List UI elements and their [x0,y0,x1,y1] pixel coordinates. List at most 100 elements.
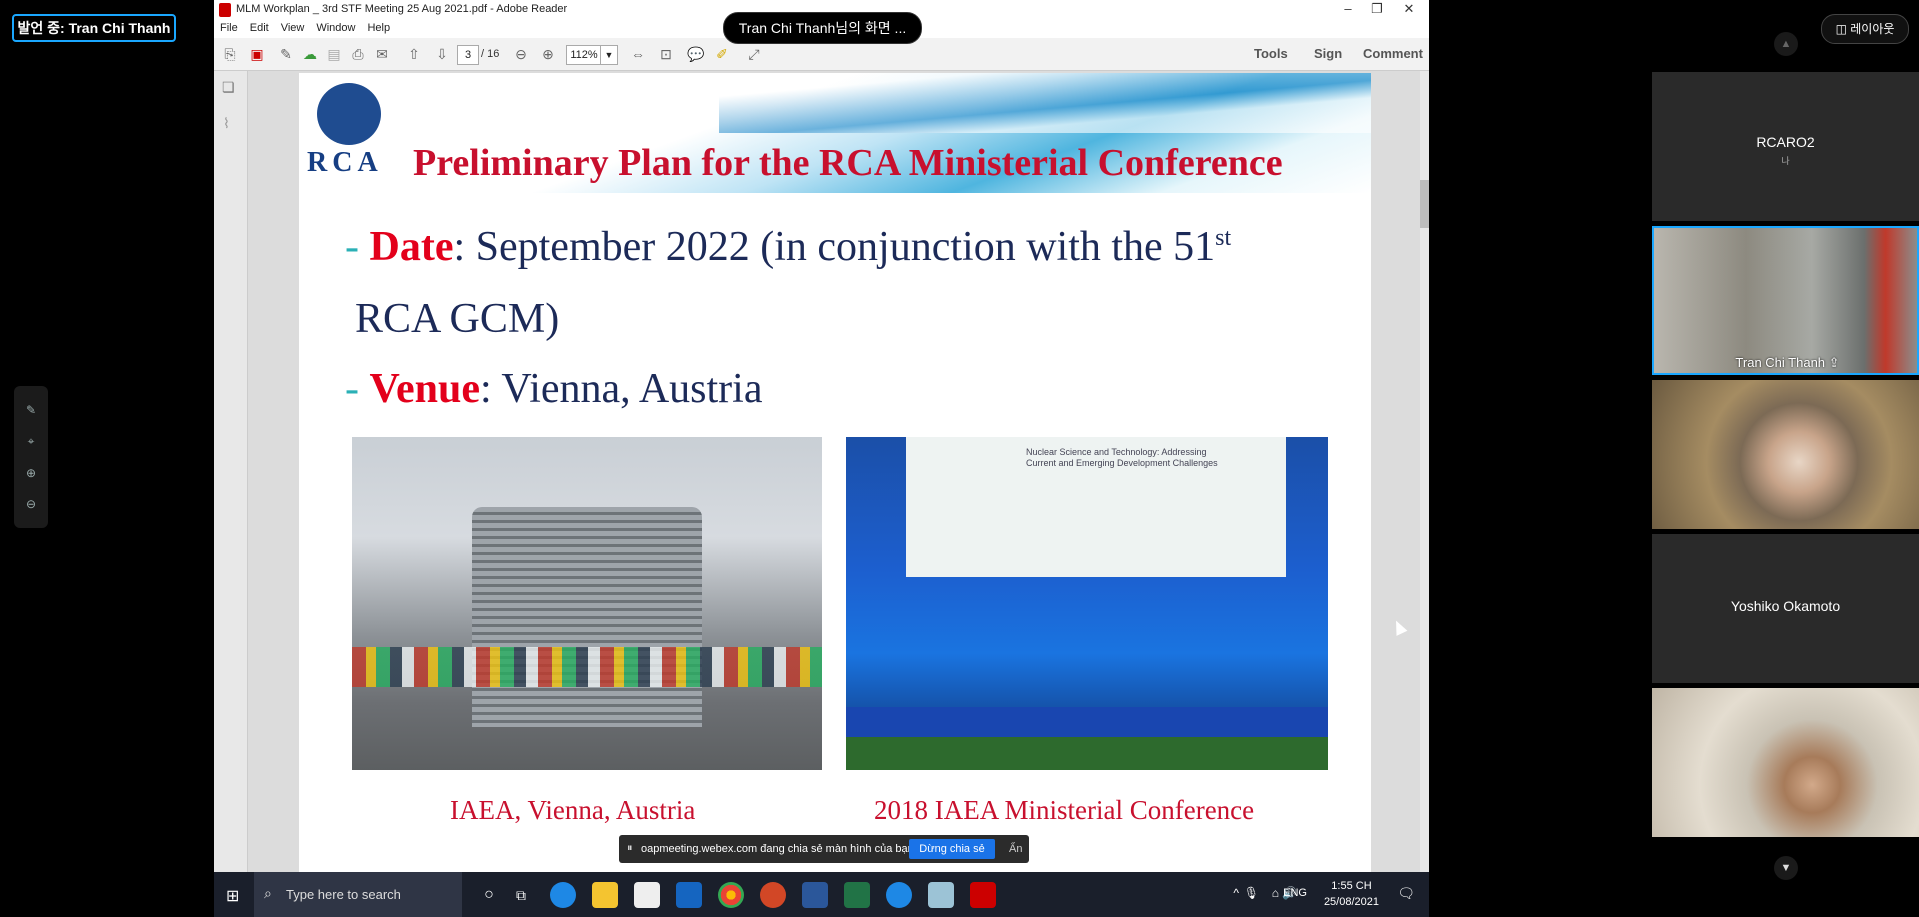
zoom-in-icon[interactable]: ⊕ [538,44,558,64]
attachment-icon[interactable]: ⌇ [223,115,230,132]
tray-chevron-icon[interactable]: ^ [1233,886,1239,900]
fit-page-icon[interactable]: ⊡ [656,44,676,64]
rca-logo-text: RCA [307,147,383,178]
screen-text: Nuclear Science and Technology: Addressi… [1026,447,1218,468]
create-pdf-icon[interactable]: ⎘ [220,44,240,64]
projection-screen: Nuclear Science and Technology: Addressi… [906,437,1286,577]
upload-icon[interactable]: ☁ [300,44,320,64]
venue-text: : Vienna, Austria [479,366,763,412]
highlight-icon[interactable]: ✐ [712,44,732,64]
fullscreen-icon[interactable]: ⤢ [744,44,764,64]
header-swoosh [719,73,1371,133]
participant-tile[interactable] [1652,380,1919,529]
print-icon[interactable]: ⎙ [348,44,368,64]
chevron-down-icon[interactable]: ▼ [600,45,618,65]
pause-icon[interactable]: ⏸ [627,842,633,855]
chevron-down-icon[interactable]: ▼ [1774,856,1798,880]
menu-file[interactable]: File [214,20,244,36]
participant-name: Yoshiko Okamoto [1730,598,1841,614]
zoom-input[interactable]: 112% [566,45,602,65]
building-shape [472,507,702,727]
language-indicator[interactable]: ENG [1283,887,1307,899]
notification-icon[interactable]: 🗨 [1397,885,1415,902]
stop-sharing-button[interactable]: Dừng chia sẻ [909,839,995,859]
ministerial-conference-photo: Nuclear Science and Technology: Addressi… [846,437,1328,770]
layout-button[interactable]: ◫ 레이아웃 [1821,14,1909,44]
participant-self-label: 나 [1781,156,1790,166]
excel-icon[interactable] [844,882,870,908]
export-pdf-icon[interactable]: ▣ [247,44,267,64]
word-icon[interactable] [802,882,828,908]
search-placeholder: Type here to search [286,887,401,902]
date-key: Date [369,224,454,270]
menu-help[interactable]: Help [361,20,396,36]
iaea-building-photo [352,437,822,770]
save-icon[interactable]: ▤ [324,44,344,64]
zoom-out-icon[interactable]: ⊖ [511,44,531,64]
globe-icon [317,83,381,145]
zoom-in-icon[interactable]: ⊕ [26,466,36,480]
next-page-icon[interactable]: ⇩ [432,44,452,64]
task-view-icon[interactable]: ○ [476,882,502,908]
network-icon[interactable]: ⌂ [1272,886,1279,900]
participant-video [1652,688,1919,837]
date-text: : September 2022 (in conjunction with th… [453,224,1216,270]
pdf-page: RCA Preliminary Plan for the RCA Ministe… [299,73,1371,872]
file-explorer-icon[interactable] [592,882,618,908]
zoom-out-icon[interactable]: ⊖ [26,497,36,511]
share-icon: ⇪ [1828,355,1840,370]
edit-icon[interactable]: ✎ [276,44,296,64]
fit-width-icon[interactable]: ⇔ [628,44,648,64]
webex-icon[interactable] [886,882,912,908]
window-title: MLM Workplan _ 3rd STF Meeting 25 Aug 20… [236,3,568,15]
participant-video [1652,380,1919,529]
plants-row [846,737,1328,770]
participant-name: Tran Chi Thanh ⇪ [1735,355,1840,370]
flags-row [352,647,822,687]
participant-tile-active[interactable]: Tran Chi Thanh ⇪ [1652,226,1919,375]
acrobat-icon[interactable] [970,882,996,908]
email-icon[interactable]: ✉ [372,44,392,64]
pointer-icon[interactable]: ⌖ [28,434,35,449]
page-number-input[interactable]: 3 [457,45,479,65]
menu-window[interactable]: Window [310,20,361,36]
store-icon[interactable] [634,882,660,908]
rca-logo: RCA [307,83,397,183]
participant-tile[interactable] [1652,688,1919,837]
participant-name: RCARO2 [1756,134,1815,150]
microphone-icon[interactable]: 🎙 [1244,886,1259,900]
prev-page-icon[interactable]: ⇧ [404,44,424,64]
tools-button[interactable]: Tools [1254,46,1288,61]
draw-icon[interactable]: ✎ [26,403,36,417]
venue-bullet: - Venue: Vienna, Austria [345,365,762,413]
scrollbar-thumb[interactable] [1420,180,1429,228]
clock[interactable]: 1:55 CH 25/08/2021 [1324,878,1379,910]
speaker-badge: 발언 중: Tran Chi Thanh [12,14,176,42]
clock-date: 25/08/2021 [1323,896,1379,908]
mail-icon[interactable] [676,882,702,908]
participant-tile[interactable]: RCARO2 나 [1652,72,1919,221]
comment-icon[interactable]: 💬 [686,44,706,64]
timeline-icon[interactable]: ⧉ [508,882,534,908]
menu-view[interactable]: View [275,20,311,36]
hide-button[interactable]: Ẩn [1009,843,1022,855]
sign-button[interactable]: Sign [1314,46,1342,61]
windows-start-icon[interactable]: ⊞ [226,886,239,906]
comment-button[interactable]: Comment [1363,46,1423,61]
participant-video [1654,228,1917,373]
menu-edit[interactable]: Edit [244,20,275,36]
layout-icon: ◫ [1835,22,1851,36]
taskbar-search[interactable]: ⌕ Type here to search [254,872,462,917]
powerpoint-icon[interactable] [760,882,786,908]
pages-icon[interactable]: ❏ [222,79,235,96]
close-icon[interactable]: ✕ [1389,0,1429,20]
screen-share-banner[interactable]: Tran Chi Thanh님의 화면 ... [723,12,922,44]
slide-title: Preliminary Plan for the RCA Ministerial… [413,142,1283,184]
chevron-up-icon[interactable]: ▲ [1774,32,1798,56]
participant-tile[interactable]: Yoshiko Okamoto [1652,534,1919,683]
edge-icon[interactable] [550,882,576,908]
chrome-icon[interactable] [718,882,744,908]
notes-icon[interactable] [928,882,954,908]
caption-ministerial-conference: 2018 IAEA Ministerial Conference [874,795,1255,825]
sharing-message: oapmeeting.webex.com đang chia sẻ màn hì… [641,843,917,855]
